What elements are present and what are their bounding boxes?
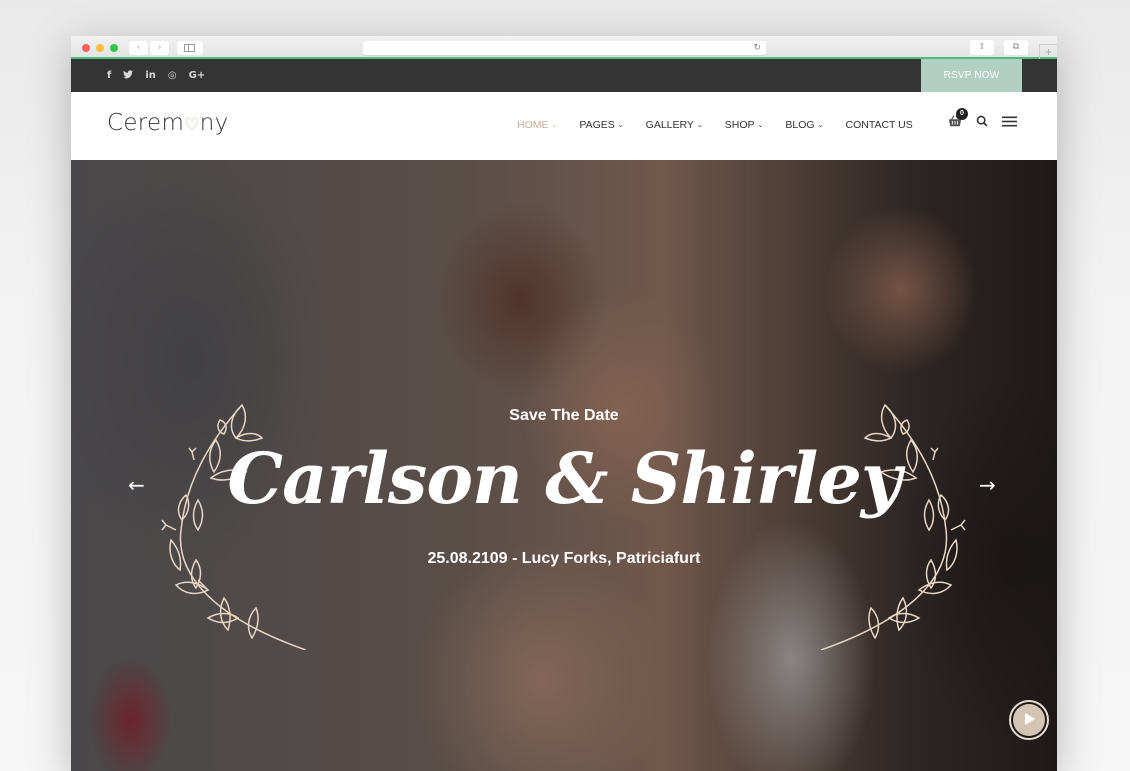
reload-icon[interactable]: ↻ — [753, 41, 761, 55]
twitter-icon[interactable] — [123, 69, 134, 82]
nav-label: CONTACT US — [845, 119, 913, 131]
chevron-down-icon: ⌄ — [817, 121, 824, 129]
zoom-window-button[interactable] — [110, 44, 118, 52]
header-icons: 0 — [948, 108, 1017, 128]
facebook-icon[interactable]: f — [107, 70, 111, 81]
sidebar-toggle-button[interactable] — [177, 41, 203, 55]
close-window-button[interactable] — [82, 44, 90, 52]
share-button[interactable]: ⇪ — [970, 40, 994, 55]
nav-item-contact-us[interactable]: CONTACT US — [845, 119, 912, 131]
social-links: f in ◎ G+ — [107, 59, 205, 92]
browser-window: ‹ › ↻ ⇪ ⧉ + f in ◎ G+ RSVP NOW Cerem♡ny … — [71, 36, 1057, 771]
sidebar-icon — [184, 44, 195, 52]
save-the-date-eyebrow: Save The Date — [509, 407, 619, 424]
logo[interactable]: Cerem♡ny — [107, 110, 229, 136]
new-tab-button[interactable]: + — [1039, 44, 1057, 59]
main-nav: HOME ⌄ PAGES ⌄ GALLERY ⌄ SHOP ⌄ BLOG ⌄ C… — [517, 92, 935, 158]
minimize-window-button[interactable] — [96, 44, 104, 52]
google-plus-icon[interactable]: G+ — [189, 70, 206, 81]
site-header: Cerem♡ny HOME ⌄ PAGES ⌄ GALLERY ⌄ SHOP ⌄… — [71, 92, 1057, 158]
hero-content: ← → Save The Date Carlson & Shirley 25.0… — [71, 160, 1057, 771]
heart-icon: ♡ — [184, 115, 200, 135]
instagram-icon[interactable]: ◎ — [168, 70, 177, 81]
nav-item-pages[interactable]: PAGES ⌄ — [579, 119, 623, 131]
window-controls — [82, 44, 118, 52]
nav-item-blog[interactable]: BLOG ⌄ — [785, 119, 823, 131]
couple-names-heading: Carlson & Shirley — [227, 437, 901, 520]
rsvp-now-button[interactable]: RSVP NOW — [921, 59, 1022, 92]
nav-item-gallery[interactable]: GALLERY ⌄ — [646, 119, 703, 131]
play-video-button[interactable] — [1009, 700, 1049, 740]
cart-button[interactable]: 0 — [948, 108, 968, 128]
forward-button[interactable]: › — [150, 41, 169, 55]
search-icon[interactable] — [976, 115, 988, 127]
nav-label: BLOG — [785, 119, 815, 131]
nav-label: SHOP — [724, 119, 755, 131]
back-button[interactable]: ‹ — [129, 41, 148, 55]
linkedin-icon[interactable]: in — [145, 70, 156, 81]
nav-label: GALLERY — [645, 119, 694, 131]
nav-item-shop[interactable]: SHOP ⌄ — [725, 119, 764, 131]
chevron-down-icon: ⌄ — [757, 121, 764, 129]
logo-text-right: ny — [199, 110, 229, 136]
event-date-location: 25.08.2109 - Lucy Forks, Patriciafurt — [427, 550, 701, 567]
logo-text-left: Cerem — [107, 110, 185, 136]
chevron-down-icon: ⌄ — [696, 121, 703, 129]
chevron-down-icon: ⌄ — [617, 121, 624, 129]
nav-label: PAGES — [579, 119, 615, 131]
nav-item-home[interactable]: HOME ⌄ — [517, 119, 557, 131]
address-bar[interactable]: ↻ — [363, 41, 766, 55]
cart-count-badge: 0 — [956, 108, 968, 120]
top-bar: f in ◎ G+ RSVP NOW — [71, 59, 1057, 92]
browser-chrome: ‹ › ↻ ⇪ ⧉ + — [71, 36, 1057, 59]
hero-slider: ← → Save The Date Carlson & Shirley 25.0… — [71, 160, 1057, 771]
play-icon — [1013, 704, 1045, 736]
menu-icon[interactable] — [1002, 116, 1017, 127]
tabs-overview-button[interactable]: ⧉ — [1004, 40, 1028, 55]
nav-label: HOME — [517, 119, 549, 131]
chevron-down-icon: ⌄ — [551, 121, 558, 129]
